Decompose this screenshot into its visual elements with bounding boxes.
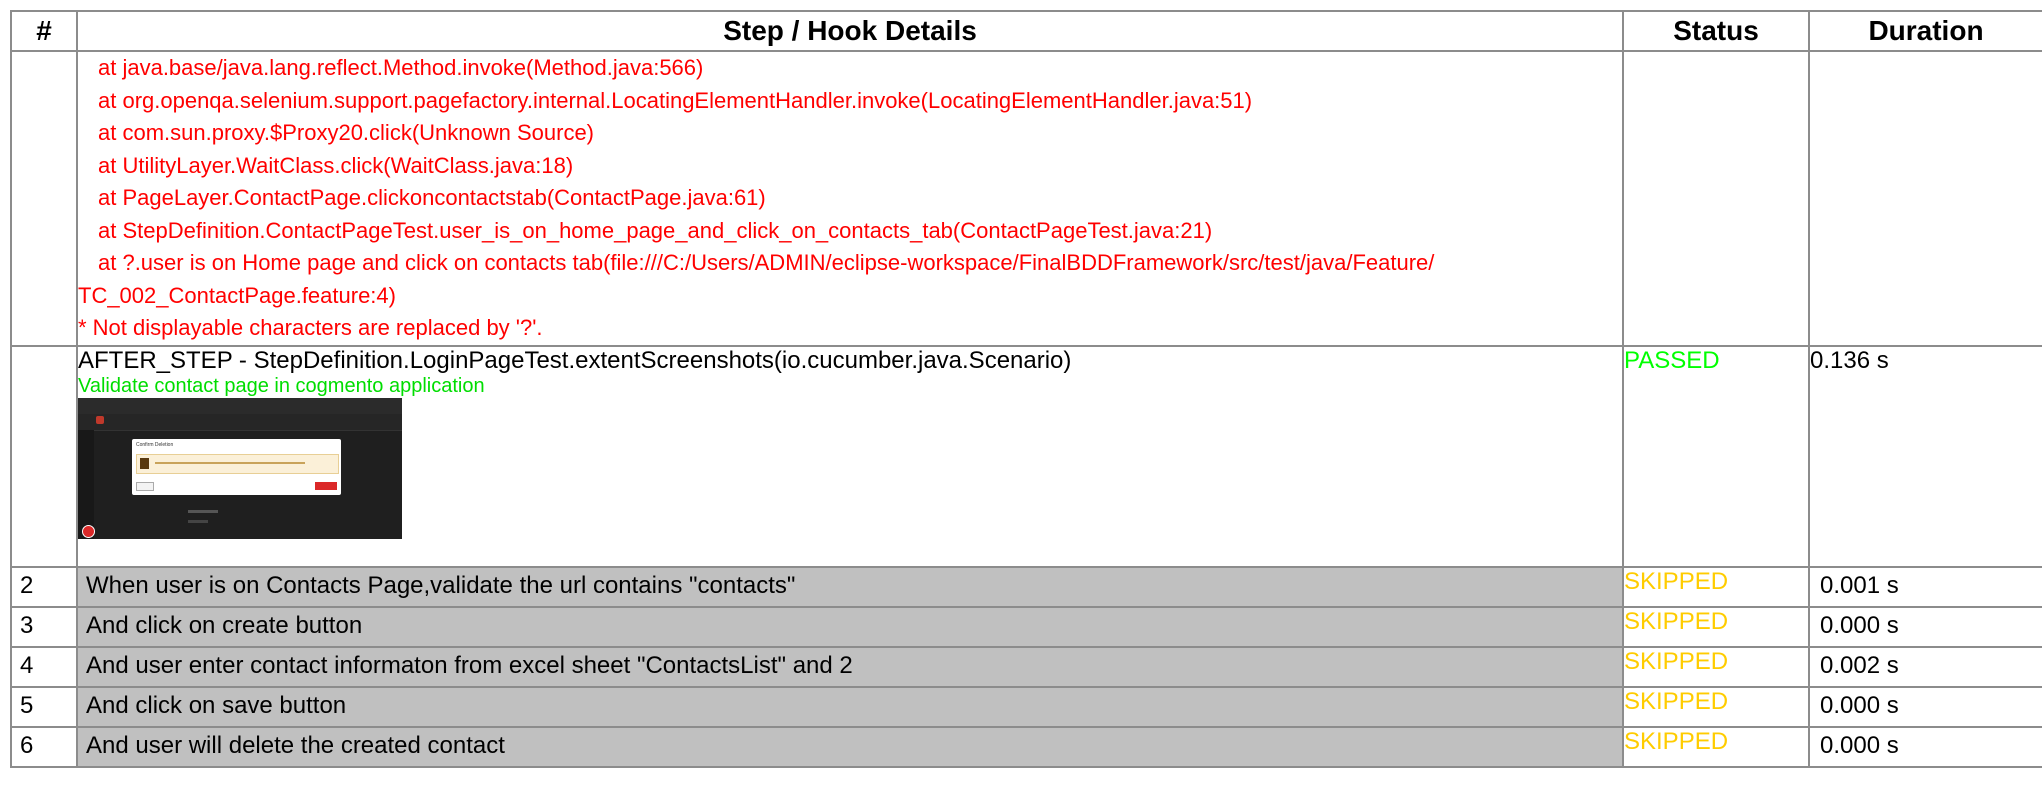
thumb-dialog-title: Confirm Deletion xyxy=(136,441,174,448)
step-duration: 0.000 s xyxy=(1808,685,2042,728)
thumb-dialog-message xyxy=(136,453,339,474)
screenshot-thumbnail[interactable]: Confirm Deletion xyxy=(78,397,402,539)
thumb-cancel-button xyxy=(136,481,154,491)
step-status: SKIPPED xyxy=(1622,685,1810,728)
header-num: # xyxy=(10,10,78,52)
header-details: Step / Hook Details xyxy=(76,10,1624,52)
stack-line: at UtilityLayer.WaitClass.click(WaitClas… xyxy=(98,152,574,178)
screenshot-cell: Confirm Deletion xyxy=(78,397,1622,566)
table-row: 2 When user is on Contacts Page,validate… xyxy=(10,565,2042,608)
table-row: 3 And click on create button SKIPPED 0.0… xyxy=(10,605,2042,648)
step-duration: 0.000 s xyxy=(1808,725,2042,768)
stack-line: at org.openqa.selenium.support.pagefacto… xyxy=(98,87,1253,113)
step-status: SKIPPED xyxy=(1622,605,1810,648)
error-stack-row: at java.base/java.lang.reflect.Method.in… xyxy=(10,50,2042,347)
table-row: 6 And user will delete the created conta… xyxy=(10,725,2042,768)
stack-line-continuation: TC_002_ContactPage.feature:4) xyxy=(78,282,396,308)
error-row-num xyxy=(10,50,78,347)
step-duration: 0.001 s xyxy=(1808,565,2042,608)
step-status: SKIPPED xyxy=(1622,725,1810,768)
header-status: Status xyxy=(1622,10,1810,52)
error-stack-trace: at java.base/java.lang.reflect.Method.in… xyxy=(76,50,1624,347)
step-num: 2 xyxy=(10,565,78,608)
hook-inner-table: AFTER_STEP - StepDefinition.LoginPageTes… xyxy=(78,347,1622,566)
thumb-delete-button xyxy=(315,481,337,490)
step-status: SKIPPED xyxy=(1622,565,1810,608)
thumb-confirm-dialog: Confirm Deletion xyxy=(132,438,341,495)
hook-details: AFTER_STEP - StepDefinition.LoginPageTes… xyxy=(76,344,1624,568)
stack-line: at java.base/java.lang.reflect.Method.in… xyxy=(98,55,704,80)
step-status: SKIPPED xyxy=(1622,645,1810,688)
step-duration: 0.000 s xyxy=(1808,605,2042,648)
stack-note: * Not displayable characters are replace… xyxy=(78,315,543,340)
step-num: 4 xyxy=(10,645,78,688)
step-text: And click on create button xyxy=(76,605,1624,648)
error-row-status xyxy=(1622,50,1810,347)
thumb-message-text xyxy=(155,461,305,464)
thumb-topbar xyxy=(78,397,402,414)
table-row: 5 And click on save button SKIPPED 0.000… xyxy=(10,685,2042,728)
thumb-row xyxy=(188,519,208,523)
hook-status: PASSED xyxy=(1622,344,1810,568)
thumb-sidebar xyxy=(78,429,94,539)
step-num: 3 xyxy=(10,605,78,648)
step-text: When user is on Contacts Page,validate t… xyxy=(76,565,1624,608)
hook-row-num xyxy=(10,344,78,568)
step-text: And user enter contact informaton from e… xyxy=(76,645,1624,688)
stack-line: at com.sun.proxy.$Proxy20.click(Unknown … xyxy=(98,120,595,145)
stack-line: at ?.user is on Home page and click on c… xyxy=(98,250,1435,275)
header-duration: Duration xyxy=(1808,10,2042,52)
step-num: 5 xyxy=(10,685,78,728)
thumb-row xyxy=(188,509,218,513)
hook-duration: 0.136 s xyxy=(1808,344,2042,568)
step-report-table: # Step / Hook Details Status Duration at… xyxy=(10,10,2042,768)
thumb-trash-icon xyxy=(140,457,149,469)
error-row-duration xyxy=(1808,50,2042,347)
stack-line: at PageLayer.ContactPage.clickoncontacts… xyxy=(98,185,766,210)
step-text: And click on save button xyxy=(76,685,1624,728)
step-duration: 0.002 s xyxy=(1808,645,2042,688)
thumb-fab-icon xyxy=(82,524,95,538)
hook-name: AFTER_STEP - StepDefinition.LoginPageTes… xyxy=(78,346,1072,374)
stack-line: at StepDefinition.ContactPageTest.user_i… xyxy=(98,217,1213,243)
table-header-row: # Step / Hook Details Status Duration xyxy=(10,10,2042,52)
table-row: 4 And user enter contact informaton from… xyxy=(10,645,2042,688)
step-num: 6 xyxy=(10,725,78,768)
hook-row: AFTER_STEP - StepDefinition.LoginPageTes… xyxy=(10,344,2042,568)
thumb-logo-icon xyxy=(96,415,104,424)
hook-description: Validate contact page in cogmento applic… xyxy=(78,374,485,397)
step-text: And user will delete the created contact xyxy=(76,725,1624,768)
thumb-navbar xyxy=(78,413,402,431)
